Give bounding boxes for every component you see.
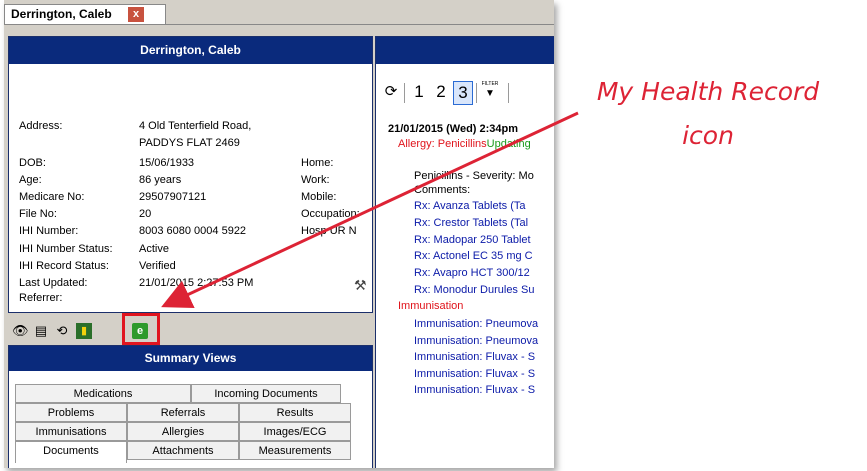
annotation-label: My Health Record icon (558, 70, 858, 158)
annotation-line1: My Health Record (596, 77, 820, 106)
annotation-line2: icon (682, 121, 734, 150)
